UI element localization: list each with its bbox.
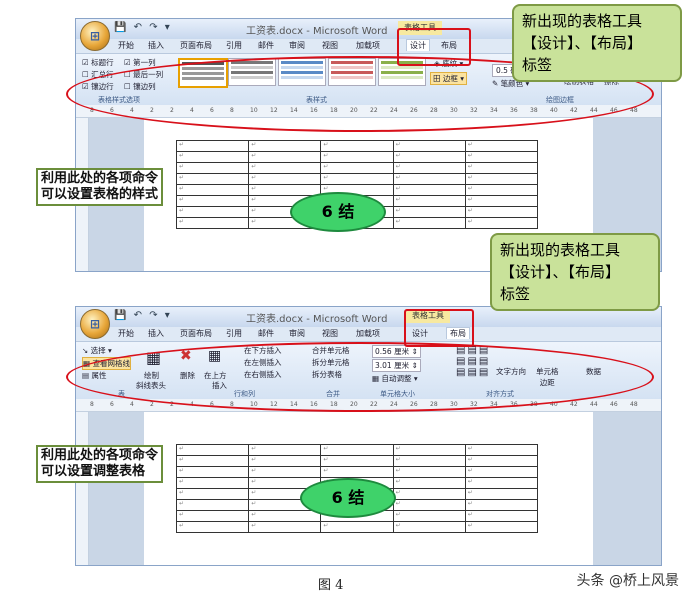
tab-home[interactable]: 开始 — [118, 328, 134, 339]
tab-mailings[interactable]: 邮件 — [258, 328, 274, 339]
tab-view[interactable]: 视图 — [322, 40, 338, 51]
callout-line: 新出现的表格工具 — [500, 241, 621, 259]
window-title: 工资表.docx - Microsoft Word — [246, 314, 388, 325]
tab-review[interactable]: 审阅 — [289, 328, 305, 339]
tab-view[interactable]: 视图 — [322, 328, 338, 339]
tabs-highlight-box — [404, 309, 474, 347]
note-line: 利用此处的各项命令 — [41, 171, 159, 186]
callout-line: 标签 — [522, 56, 553, 74]
callout-line: 【设计】、【布局】 — [500, 263, 621, 281]
tab-home[interactable]: 开始 — [118, 40, 134, 51]
note-top: 利用此处的各项命令 可以设置表格的样式 — [36, 168, 164, 206]
tab-review[interactable]: 审阅 — [289, 40, 305, 51]
callout-line: 【设计】、【布局】 — [522, 34, 643, 52]
tab-page-layout[interactable]: 页面布局 — [180, 40, 212, 51]
stamp-top: 6 结 — [290, 192, 386, 232]
note-line: 可以设置表格的样式 — [41, 187, 159, 202]
ribbon-tabs: 开始 插入 页面布局 引用 邮件 审阅 视图 加载项 设计 布局 — [76, 327, 661, 341]
tab-mailings[interactable]: 邮件 — [258, 40, 274, 51]
vertical-ruler[interactable] — [76, 412, 89, 565]
label: 选择 — [90, 346, 106, 355]
figure-caption: 图 4 — [318, 578, 344, 593]
note-line: 利用此处的各项命令 — [41, 448, 159, 463]
option-header-row[interactable]: ☑ 标题行 — [82, 57, 114, 68]
ruler-tick: 42 — [570, 401, 578, 408]
callout-line: 新出现的表格工具 — [522, 12, 643, 30]
label: 第一列 — [133, 58, 156, 67]
note-line: 可以设置调整表格 — [41, 464, 146, 479]
callout-bottom: 新出现的表格工具 【设计】、【布局】 标签 — [490, 233, 660, 311]
callout-top: 新出现的表格工具 【设计】、【布局】 标签 — [512, 4, 682, 82]
tabs-highlight-box — [397, 28, 471, 66]
stamp-bottom: 6 结 — [300, 478, 396, 518]
tab-insert[interactable]: 插入 — [148, 328, 164, 339]
watermark: 头条 @桥上风景 — [576, 573, 679, 589]
tab-insert[interactable]: 插入 — [148, 40, 164, 51]
ruler-tick: 46 — [610, 401, 618, 408]
ruler-tick: 6 — [110, 401, 114, 408]
tab-addins[interactable]: 加载项 — [356, 40, 380, 51]
ribbon-highlight-ellipse — [66, 342, 654, 412]
tab-page-layout[interactable]: 页面布局 — [180, 328, 212, 339]
ruler-tick: 44 — [590, 401, 598, 408]
note-bottom: 利用此处的各项命令 可以设置调整表格 — [36, 445, 164, 483]
label: 标题行 — [91, 58, 114, 67]
quick-access-toolbar[interactable]: 💾 ↶ ↷ ▾ — [114, 310, 172, 321]
ruler-tick: 4 — [130, 401, 134, 408]
tab-references[interactable]: 引用 — [226, 328, 242, 339]
quick-access-toolbar[interactable]: 💾 ↶ ↷ ▾ — [114, 22, 172, 33]
callout-line: 标签 — [500, 285, 531, 303]
ruler-tick: 2 — [150, 401, 154, 408]
ruler-tick: 48 — [630, 401, 638, 408]
select-button[interactable]: ↘ 选择 ▾ — [82, 345, 112, 356]
tab-references[interactable]: 引用 — [226, 40, 242, 51]
window-title: 工资表.docx - Microsoft Word — [246, 26, 388, 37]
tab-addins[interactable]: 加载项 — [356, 328, 380, 339]
ruler-tick: 8 — [90, 401, 94, 408]
